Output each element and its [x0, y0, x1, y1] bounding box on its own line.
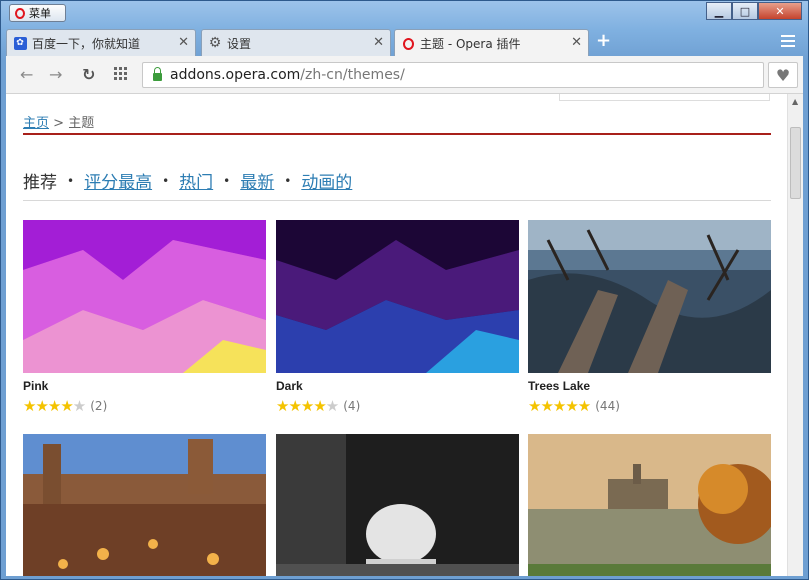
- opera-logo-icon: [15, 8, 25, 19]
- star-rating-icon: ★★★★★: [528, 397, 590, 415]
- tab-themes[interactable]: 主题 - Opera 插件 ✕: [394, 29, 589, 57]
- filter-divider: [23, 200, 771, 201]
- tab-close-icon[interactable]: ✕: [178, 35, 189, 50]
- breadcrumb: 主页 > 主题: [23, 112, 94, 131]
- theme-thumbnail[interactable]: [23, 220, 266, 373]
- window-controls: ▁ □ ✕: [706, 2, 802, 20]
- reload-icon[interactable]: ↻: [82, 65, 95, 84]
- search-box[interactable]: [559, 94, 770, 101]
- vertical-scrollbar[interactable]: ▲: [787, 94, 803, 576]
- url-path: /zh-cn/themes/: [300, 67, 405, 83]
- theme-thumbnail[interactable]: [276, 220, 519, 373]
- theme-rating: ★★★★★ (2): [23, 397, 266, 415]
- new-tab-button[interactable]: +: [596, 30, 611, 51]
- baidu-paw-icon: ✿: [13, 36, 27, 50]
- tab-baidu[interactable]: ✿ 百度一下，你就知道 ✕: [6, 29, 196, 56]
- speed-dial-grid-icon[interactable]: [114, 66, 128, 85]
- rating-count: (44): [595, 399, 620, 413]
- breadcrumb-separator: >: [53, 116, 64, 131]
- rating-count: (4): [343, 399, 360, 413]
- page-content: 主页 > 主题 推荐 • 评分最高 • 热门 • 最新 • 动画的: [6, 94, 787, 576]
- opera-menu-button[interactable]: 菜单: [9, 4, 66, 22]
- maximize-button[interactable]: □: [732, 2, 758, 20]
- address-bar[interactable]: addons.opera.com/zh-cn/themes/: [142, 62, 764, 88]
- forward-arrow-icon[interactable]: →: [49, 65, 62, 84]
- tab-close-icon[interactable]: ✕: [373, 35, 384, 50]
- opera-icon: [401, 37, 415, 51]
- theme-card-town[interactable]: [23, 434, 266, 576]
- filter-popular[interactable]: 热门: [179, 168, 213, 193]
- rating-count: (2): [90, 399, 107, 413]
- url-domain: addons.opera.com: [170, 67, 300, 83]
- theme-filter-nav: 推荐 • 评分最高 • 热门 • 最新 • 动画的: [23, 168, 352, 193]
- tab-menu-icon[interactable]: [781, 35, 795, 50]
- theme-thumbnail[interactable]: [23, 434, 266, 576]
- browser-window: 菜单 ▁ □ ✕ ✿ 百度一下，你就知道 ✕ ⚙ 设置 ✕ 主题 - Opera…: [0, 0, 809, 580]
- scroll-up-arrow-icon[interactable]: ▲: [792, 97, 798, 106]
- theme-thumbnail[interactable]: [528, 220, 771, 373]
- scrollbar-thumb[interactable]: [790, 127, 801, 199]
- menu-label: 菜单: [29, 5, 51, 21]
- secure-lock-icon: [153, 73, 162, 81]
- header-divider: [23, 133, 771, 135]
- bookmark-heart-icon[interactable]: ♥: [768, 62, 798, 88]
- star-rating-icon: ★★★★★: [276, 397, 338, 415]
- tab-strip: ✿ 百度一下，你就知道 ✕ ⚙ 设置 ✕ 主题 - Opera 插件 ✕ +: [6, 29, 803, 56]
- theme-card-dark[interactable]: Dark ★★★★★ (4): [276, 220, 519, 415]
- star-rating-icon: ★★★★★: [23, 397, 85, 415]
- theme-name: Trees Lake: [528, 379, 771, 393]
- gear-icon: ⚙: [208, 36, 222, 50]
- theme-name: Dark: [276, 379, 519, 393]
- tab-title: 百度一下，你就知道: [32, 35, 140, 52]
- theme-rating: ★★★★★ (4): [276, 397, 519, 415]
- theme-thumbnail[interactable]: [528, 434, 771, 576]
- navigation-toolbar: ← → ↻ addons.opera.com/zh-cn/themes/ ♥: [6, 56, 803, 94]
- theme-card-parliament[interactable]: [528, 434, 771, 576]
- close-window-button[interactable]: ✕: [758, 2, 802, 20]
- filter-newest[interactable]: 最新: [240, 168, 274, 193]
- tab-title: 主题 - Opera 插件: [420, 35, 521, 52]
- theme-name: Pink: [23, 379, 266, 393]
- filter-top-rated[interactable]: 评分最高: [84, 168, 152, 193]
- tab-close-icon[interactable]: ✕: [571, 35, 582, 50]
- theme-card-pink[interactable]: Pink ★★★★★ (2): [23, 220, 266, 415]
- tab-settings[interactable]: ⚙ 设置 ✕: [201, 29, 391, 56]
- filter-animated[interactable]: 动画的: [301, 168, 352, 193]
- minimize-button[interactable]: ▁: [706, 2, 732, 20]
- breadcrumb-current: 主题: [68, 116, 94, 131]
- theme-card-wolf[interactable]: [276, 434, 519, 576]
- theme-rating: ★★★★★ (44): [528, 397, 771, 415]
- theme-thumbnail[interactable]: [276, 434, 519, 576]
- breadcrumb-home-link[interactable]: 主页: [23, 116, 49, 131]
- back-arrow-icon[interactable]: ←: [20, 65, 33, 84]
- filter-recommended[interactable]: 推荐: [23, 168, 57, 193]
- theme-card-trees-lake[interactable]: Trees Lake ★★★★★ (44): [528, 220, 771, 415]
- tab-title: 设置: [227, 35, 251, 52]
